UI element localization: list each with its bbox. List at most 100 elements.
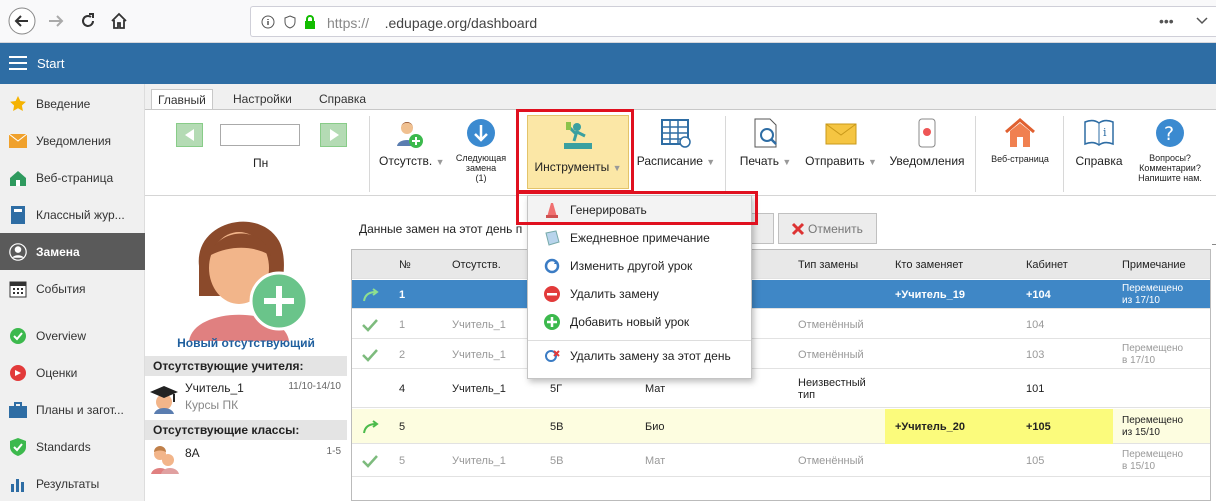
next-sub-line3: (1): [475, 173, 487, 183]
menu-item-label: Ежедневное примечание: [570, 231, 710, 245]
cell-note: Перемещено в 17/10: [1122, 340, 1183, 369]
teacher-dates: 11/10-14/10: [288, 381, 341, 392]
sidebar-item-plans[interactable]: Планы и загот...: [0, 391, 145, 428]
tab-help[interactable]: Справка: [313, 89, 372, 110]
table-row[interactable]: 5 5В Био +Учитель_20 +105 Перемещено из 1…: [352, 409, 1210, 444]
add-circle-icon: [544, 314, 560, 330]
feedback-button[interactable]: ? Вопросы? Комментарии? Напишите нам.: [1131, 118, 1209, 183]
cell-type: Отменённый: [798, 318, 864, 331]
teacher-name: Учитель_1: [185, 381, 244, 395]
notifications-label: Уведомления: [889, 154, 965, 168]
app-title[interactable]: Start: [37, 56, 64, 71]
menu-item-daily-note[interactable]: Ежедневное примечание: [528, 224, 751, 252]
back-button[interactable]: [6, 5, 38, 37]
menu-item-add-lesson[interactable]: Добавить новый урок: [528, 308, 751, 336]
table-row[interactable]: 1 Учитель_1 Отменённый 104: [352, 310, 1210, 339]
feedback-line3: Напишите нам.: [1138, 173, 1202, 183]
cell-num: 5: [399, 455, 406, 467]
schedule-button[interactable]: Расписание ▼: [631, 118, 721, 168]
divider: [725, 116, 726, 192]
menu-item-delete-day[interactable]: Удалить замену за этот день: [528, 342, 751, 370]
column-header-who[interactable]: Кто заменяет: [895, 250, 963, 279]
cancel-button[interactable]: Отменить: [778, 213, 877, 244]
sidebar-item-standards[interactable]: Standards: [0, 428, 145, 465]
sidebar-item-classbook[interactable]: Классный жур...: [0, 196, 145, 233]
cell-absent: Учитель_1: [452, 348, 506, 361]
sidebar-item-webpage[interactable]: Веб-страница: [0, 159, 145, 196]
sidebar-item-overview[interactable]: Overview: [0, 317, 145, 354]
dropdown-icon[interactable]: [1196, 15, 1208, 30]
absent-teachers-header: Отсутствующие учителя:: [145, 356, 347, 376]
arrow-down-circle-icon: [448, 118, 514, 150]
help-button[interactable]: i Справка: [1071, 118, 1127, 168]
check-icon: [362, 340, 378, 369]
absent-teacher-item[interactable]: Учитель_1 11/10-14/10 Курсы ПК: [145, 378, 347, 416]
absent-class-item[interactable]: 8A 1-5: [145, 442, 347, 474]
sidebar-item-substitution[interactable]: Замена: [0, 233, 145, 270]
info-icon[interactable]: [261, 15, 275, 32]
cell-type: Отменённый: [798, 455, 864, 467]
sidebar-item-results[interactable]: Результаты: [0, 465, 145, 502]
table-row[interactable]: 1 +Учитель_19 +104 Перемещено из 17/10: [352, 280, 1210, 309]
cell-num: 1: [399, 318, 406, 331]
tab-settings[interactable]: Настройки: [227, 89, 298, 110]
cell-absent: Учитель_1: [452, 318, 506, 331]
cell-note: Перемещено из 17/10: [1122, 280, 1183, 309]
table-header: № Отсутств. Тип замены Кто заменяет Каби…: [352, 250, 1210, 279]
table-row[interactable]: 2 Учитель_1 Отменённый 103 Перемещено в 1…: [352, 340, 1210, 369]
main-content: Данные замен на этот день п Отменить № О…: [347, 196, 1216, 501]
absent-button[interactable]: Отсутств. ▼: [379, 118, 445, 168]
menu-item-delete-substitution[interactable]: Удалить замену: [528, 280, 751, 308]
cell-room: 105: [1026, 455, 1045, 467]
sidebar-item-events[interactable]: События: [0, 270, 145, 307]
tab-main[interactable]: Главный: [151, 89, 213, 110]
new-absent-button[interactable]: Новый отсутствующий: [145, 196, 347, 354]
menu-icon[interactable]: [9, 56, 27, 73]
next-substitution-button[interactable]: Следующая замена (1): [448, 118, 514, 183]
menu-item-change-lesson[interactable]: Изменить другой урок: [528, 252, 751, 280]
more-actions-icon[interactable]: •••: [1159, 13, 1174, 29]
sidebar-item-label: Веб-страница: [36, 170, 114, 185]
send-button[interactable]: Отправить ▼: [800, 118, 882, 168]
highlight-tools-box: [516, 109, 634, 193]
svg-text:i: i: [1103, 126, 1107, 139]
sidebar-item-grades[interactable]: Оценки: [0, 354, 145, 391]
cell-room: +104: [1026, 288, 1051, 301]
lock-icon: [303, 14, 317, 33]
moved-arrow-icon: [362, 280, 380, 309]
column-header-absent[interactable]: Отсутств.: [452, 250, 501, 279]
notifications-button[interactable]: Уведомления: [885, 118, 969, 168]
column-header-num[interactable]: №: [399, 250, 411, 279]
webpage-button[interactable]: Веб-страница: [983, 118, 1057, 164]
address-bar[interactable]: https:// .edupage.org/dashboard •••: [250, 6, 1216, 37]
delete-day-icon: [545, 350, 560, 362]
tracking-shield-icon[interactable]: [283, 15, 297, 32]
cell-room-text: +105: [1026, 420, 1051, 433]
next-day-button[interactable]: [320, 123, 347, 147]
sidebar-item-notifications[interactable]: Уведомления: [0, 122, 145, 159]
url-prefix: https://: [327, 15, 370, 31]
absence-panel: Новый отсутствующий Отсутствующие учител…: [145, 196, 347, 501]
note-line2: в 15/10: [1122, 461, 1156, 472]
sidebar-item-intro[interactable]: Введение: [0, 85, 145, 122]
forward-button[interactable]: [40, 5, 72, 37]
menu-item-label: Изменить другой урок: [570, 259, 693, 273]
cell-room: 104: [1026, 318, 1045, 331]
table-row[interactable]: 5 Учитель_1 5В Мат Отменённый 105 Переме…: [352, 445, 1210, 477]
question-icon: ?: [1131, 118, 1209, 150]
home-button[interactable]: [103, 5, 135, 37]
grades-icon: [9, 364, 27, 382]
cell-num: 4: [399, 383, 406, 395]
column-header-room[interactable]: Кабинет: [1026, 250, 1068, 279]
print-button[interactable]: Печать ▼: [733, 118, 798, 168]
table-row[interactable]: 4 Учитель_1 5Г Мат Неизвестный тип 101: [352, 370, 1210, 408]
date-input[interactable]: [220, 124, 300, 146]
column-header-type[interactable]: Тип замены: [798, 250, 858, 279]
prev-day-button[interactable]: [176, 123, 203, 147]
reload-button[interactable]: [72, 5, 104, 37]
cell-absent: Учитель_1: [452, 455, 506, 467]
check-icon: [362, 310, 378, 339]
cell-room: 101: [1026, 383, 1045, 395]
column-header-note[interactable]: Примечание: [1122, 250, 1186, 279]
cell-num: 1: [399, 288, 406, 301]
